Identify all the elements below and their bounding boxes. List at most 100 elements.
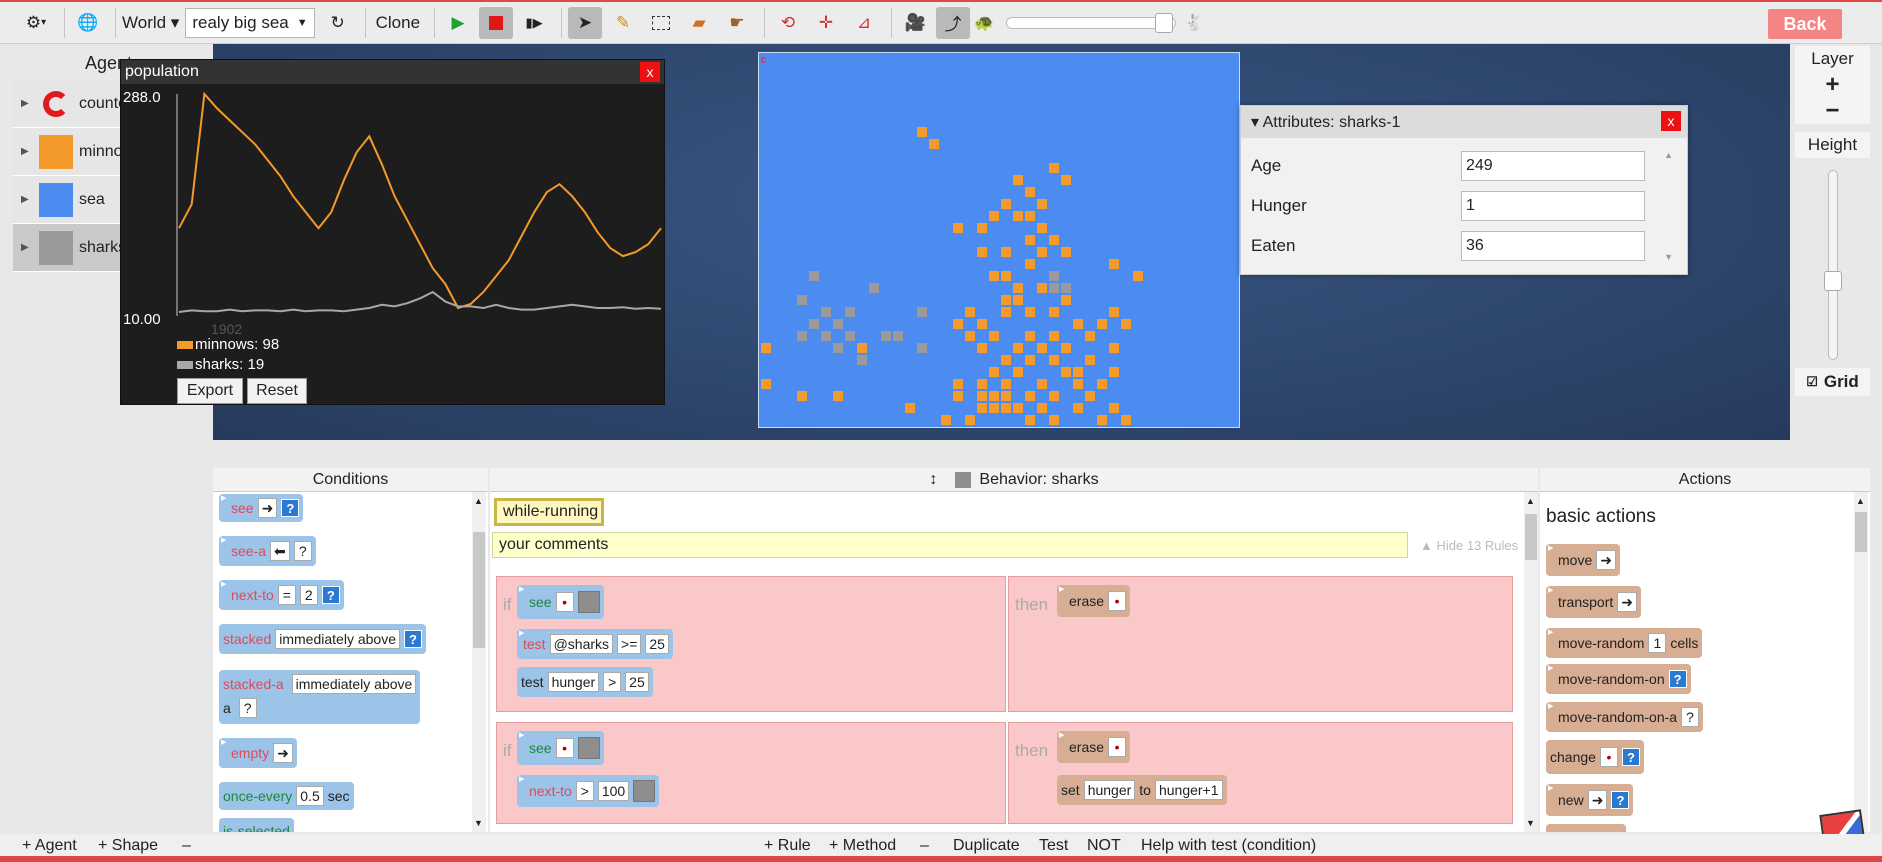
- minnow-agent[interactable]: [977, 391, 987, 401]
- minnow-agent[interactable]: [1001, 199, 1011, 209]
- conditions-scrollbar[interactable]: ▲ ▼: [472, 492, 486, 832]
- world-cells[interactable]: c: [759, 53, 1241, 429]
- rule-1-if[interactable]: if ▶ see • ▶ test @sharks >= 25 test hun…: [496, 576, 1006, 712]
- empty-condition[interactable]: ▶ empty ➜: [219, 738, 297, 768]
- grid-checkbox[interactable]: ☑ Grid: [1795, 368, 1870, 396]
- rule-2-then[interactable]: then ▶ erase • set hunger to hunger+1: [1008, 722, 1513, 824]
- expression-field[interactable]: @sharks: [549, 634, 614, 654]
- minnow-agent[interactable]: [857, 343, 867, 353]
- settings-gear-icon[interactable]: ⚙ ▾: [18, 7, 54, 39]
- height-slider[interactable]: [1823, 170, 1842, 360]
- clone-button[interactable]: Clone: [372, 7, 424, 39]
- see-condition[interactable]: ▶ see •: [517, 731, 604, 765]
- help-icon[interactable]: ?: [403, 630, 422, 648]
- test-button[interactable]: Test: [1039, 837, 1068, 855]
- rectangle-select-icon[interactable]: [644, 7, 678, 39]
- minnow-agent[interactable]: [1013, 343, 1023, 353]
- move-random-on-a-action[interactable]: ▶ move-random-on-a ?: [1546, 702, 1704, 732]
- minnow-agent[interactable]: [1001, 391, 1011, 401]
- attribute-value-field[interactable]: 1: [1461, 191, 1645, 221]
- method-tile[interactable]: while-running: [494, 498, 604, 526]
- play-icon[interactable]: ▶: [441, 7, 475, 39]
- hide-rules-toggle[interactable]: ▲ Hide 13 Rules: [1420, 538, 1518, 553]
- minnow-agent[interactable]: [1025, 307, 1035, 317]
- attributes-title[interactable]: ▾ Attributes: sharks-1: [1241, 106, 1687, 138]
- minnow-agent[interactable]: [797, 391, 807, 401]
- checkbox-icon[interactable]: ☑: [1806, 374, 1818, 390]
- see-a-condition[interactable]: ▶ see-a ⬅ ?: [219, 536, 316, 566]
- sharks-shape-slot[interactable]: [577, 591, 600, 613]
- minnow-agent[interactable]: [1049, 235, 1059, 245]
- add-shape-button[interactable]: + Shape: [98, 837, 158, 855]
- attributes-window[interactable]: ▾ Attributes: sharks-1 x Age 249 Hunger …: [1240, 105, 1688, 275]
- move-action[interactable]: ▶ move ➜: [1546, 544, 1620, 576]
- world-menu[interactable]: World ▾: [122, 7, 179, 39]
- close-icon[interactable]: x: [640, 62, 660, 82]
- rotate-tool-icon[interactable]: ⟲: [771, 7, 805, 39]
- minnow-agent[interactable]: [833, 391, 843, 401]
- minnow-agent[interactable]: [1133, 271, 1143, 281]
- reset-button[interactable]: Reset: [247, 378, 307, 404]
- center-dot-icon[interactable]: •: [1108, 591, 1127, 611]
- operator-select[interactable]: =: [277, 585, 296, 605]
- help-icon[interactable]: ?: [281, 499, 300, 517]
- resize-arrows-icon[interactable]: ↕: [929, 471, 937, 489]
- minnow-agent[interactable]: [1025, 211, 1035, 221]
- see-condition[interactable]: ▶ see ➜ ?: [219, 494, 304, 522]
- minnow-agent[interactable]: [1001, 379, 1011, 389]
- number-field[interactable]: 1: [1648, 633, 1667, 653]
- operator-select[interactable]: >: [603, 672, 622, 692]
- operator-select[interactable]: >=: [617, 634, 642, 654]
- minnow-agent[interactable]: [965, 415, 975, 425]
- remove-button[interactable]: –: [920, 837, 929, 855]
- shark-agent[interactable]: [881, 331, 891, 341]
- erase-action[interactable]: ▶ erase •: [1057, 731, 1131, 763]
- stacked-select[interactable]: immediately above: [275, 629, 400, 649]
- scrollbar-thumb[interactable]: [1855, 512, 1867, 552]
- expression-field[interactable]: 25: [645, 634, 669, 654]
- minnow-agent[interactable]: [905, 403, 915, 413]
- next-action-tile[interactable]: [1546, 824, 1626, 832]
- minnow-agent[interactable]: [1001, 307, 1011, 317]
- hand-drag-icon[interactable]: ☛: [720, 7, 754, 39]
- shark-agent[interactable]: [809, 319, 819, 329]
- comment-field[interactable]: your comments: [492, 532, 1408, 558]
- reload-icon[interactable]: ↻: [321, 7, 355, 39]
- minnow-agent[interactable]: [1073, 403, 1083, 413]
- minnow-agent[interactable]: [1037, 247, 1047, 257]
- minnow-agent[interactable]: [1037, 403, 1047, 413]
- minnow-agent[interactable]: [761, 343, 771, 353]
- minnow-agent[interactable]: [977, 403, 987, 413]
- minnow-agent[interactable]: [929, 139, 939, 149]
- shark-agent[interactable]: [833, 343, 843, 353]
- minnow-agent[interactable]: [989, 367, 999, 377]
- minnow-agent[interactable]: [1109, 403, 1119, 413]
- minnow-agent[interactable]: [1037, 343, 1047, 353]
- minnow-agent[interactable]: [1025, 331, 1035, 341]
- new-action[interactable]: ▶ new ➜ ?: [1546, 784, 1634, 816]
- add-method-button[interactable]: + Method: [829, 837, 896, 855]
- remove-agent-button[interactable]: –: [182, 837, 191, 855]
- minnow-agent[interactable]: [1013, 367, 1023, 377]
- layer-down-button[interactable]: −: [1795, 97, 1870, 124]
- duplicate-button[interactable]: Duplicate: [953, 837, 1020, 855]
- test-condition[interactable]: ▶ test @sharks >= 25: [517, 629, 673, 659]
- minnow-agent[interactable]: [1097, 415, 1107, 425]
- minnow-agent[interactable]: [977, 223, 987, 233]
- minnow-agent[interactable]: [965, 307, 975, 317]
- minnow-agent[interactable]: [1037, 223, 1047, 233]
- minnow-agent[interactable]: [953, 223, 963, 233]
- minnow-agent[interactable]: [1061, 295, 1071, 305]
- minnow-agent[interactable]: [1121, 415, 1131, 425]
- rule-2-if[interactable]: if ▶ see • ▶ next-to > 100: [496, 722, 1006, 824]
- behavior-scrollbar[interactable]: ▲ ▼: [1524, 492, 1538, 832]
- help-icon[interactable]: ?: [1611, 791, 1630, 809]
- scroll-down-icon[interactable]: ▼: [474, 818, 483, 828]
- export-button[interactable]: Export: [177, 378, 243, 404]
- step-icon[interactable]: ▮▶: [517, 7, 551, 39]
- shark-agent[interactable]: [797, 295, 807, 305]
- minnow-agent[interactable]: [977, 379, 987, 389]
- minnow-agent[interactable]: [1049, 355, 1059, 365]
- stacked-a-condition[interactable]: stacked-a immediately above a ?: [219, 670, 421, 724]
- close-icon[interactable]: x: [1661, 111, 1681, 131]
